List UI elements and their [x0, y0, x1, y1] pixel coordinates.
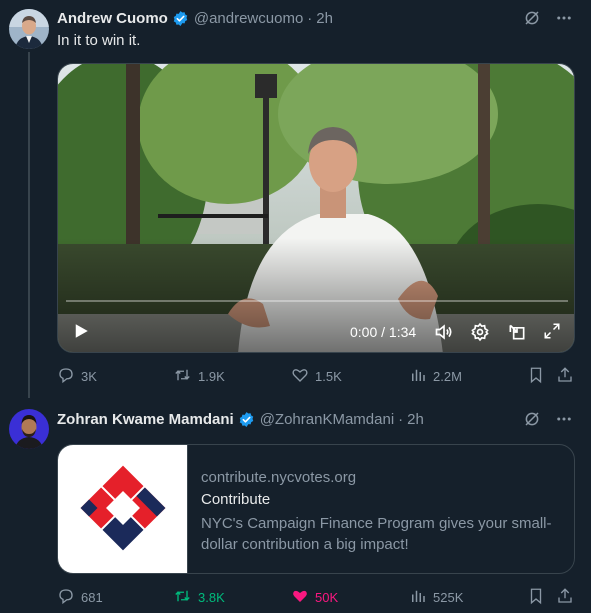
video-time: 0:00 / 1:34 — [350, 324, 417, 340]
reply-button[interactable]: 681 — [57, 587, 103, 608]
author-handle[interactable]: @andrewcuomo — [194, 10, 303, 27]
play-icon[interactable] — [72, 322, 90, 345]
more-options-icon[interactable] — [555, 410, 573, 433]
tweet-header: Zohran Kwame Mamdani @ZohranKMamdani · 2… — [57, 409, 424, 429]
video-progress-track[interactable] — [66, 300, 568, 302]
retweet-button[interactable]: 1.9K — [173, 366, 225, 387]
tweet-time[interactable]: 2h — [407, 411, 424, 428]
views-button[interactable]: 525K — [409, 587, 463, 608]
settings-icon[interactable] — [470, 322, 490, 347]
retweet-count: 1.9K — [198, 369, 225, 384]
nycvotes-logo-icon — [80, 465, 166, 551]
fullscreen-icon[interactable] — [543, 322, 561, 345]
like-count: 1.5K — [315, 369, 342, 384]
reply-icon — [57, 587, 75, 608]
retweet-icon — [173, 587, 192, 608]
heart-icon — [291, 587, 309, 608]
volume-icon[interactable] — [434, 322, 454, 347]
link-card[interactable]: contribute.nycvotes.org Contribute NYC's… — [57, 444, 575, 574]
tweet-actions: 3K 1.9K 1.5K 2.2M — [57, 366, 575, 386]
card-description: NYC's Campaign Finance Program gives you… — [201, 515, 552, 553]
verified-badge-icon — [172, 10, 189, 27]
separator-dot: · — [307, 9, 313, 27]
tweet-cuomo[interactable]: Andrew Cuomo @andrewcuomo · 2h In it to … — [0, 0, 591, 400]
reply-button[interactable]: 3K — [57, 366, 97, 387]
like-button[interactable]: 50K — [291, 587, 338, 608]
retweet-count: 3.8K — [198, 590, 225, 605]
heart-icon — [291, 366, 309, 387]
retweet-icon — [173, 366, 192, 387]
separator-dot: · — [398, 410, 404, 428]
reply-count: 3K — [81, 369, 97, 384]
tweet-top-icons — [523, 9, 573, 32]
card-thumbnail — [58, 445, 188, 573]
author-name[interactable]: Andrew Cuomo — [57, 10, 168, 27]
avatar[interactable] — [9, 9, 49, 49]
share-icon[interactable] — [556, 366, 574, 389]
views-icon — [409, 366, 427, 387]
card-title: Contribute — [201, 491, 271, 508]
tweet-time[interactable]: 2h — [316, 10, 333, 27]
views-count: 2.2M — [433, 369, 462, 384]
video-frame — [58, 64, 574, 352]
like-count: 50K — [315, 590, 339, 605]
like-button[interactable]: 1.5K — [291, 366, 342, 387]
more-options-icon[interactable] — [555, 9, 573, 32]
views-button[interactable]: 2.2M — [409, 366, 462, 387]
tweet-actions: 681 3.8K 50K 525K — [57, 587, 575, 607]
views-icon — [409, 587, 427, 608]
reply-icon — [57, 366, 75, 387]
reply-count: 681 — [81, 590, 103, 605]
thread-line — [28, 52, 30, 398]
video-player[interactable]: 0:00 / 1:34 — [57, 63, 575, 353]
tweet-top-icons — [523, 410, 573, 433]
views-count: 525K — [433, 590, 464, 605]
avatar[interactable] — [9, 409, 49, 449]
author-handle[interactable]: @ZohranKMamdani — [260, 411, 394, 428]
share-icon[interactable] — [556, 587, 574, 610]
verified-badge-icon — [238, 411, 255, 428]
tweet-text: In it to win it. — [57, 32, 141, 49]
author-name[interactable]: Zohran Kwame Mamdani — [57, 411, 234, 428]
card-domain: contribute.nycvotes.org — [201, 469, 357, 486]
bookmark-icon[interactable] — [527, 587, 545, 610]
grok-icon[interactable] — [523, 9, 541, 32]
grok-icon[interactable] — [523, 410, 541, 433]
pip-icon[interactable] — [507, 322, 527, 347]
retweet-button[interactable]: 3.8K — [173, 587, 225, 608]
tweet-header: Andrew Cuomo @andrewcuomo · 2h — [57, 8, 333, 28]
bookmark-icon[interactable] — [527, 366, 545, 389]
